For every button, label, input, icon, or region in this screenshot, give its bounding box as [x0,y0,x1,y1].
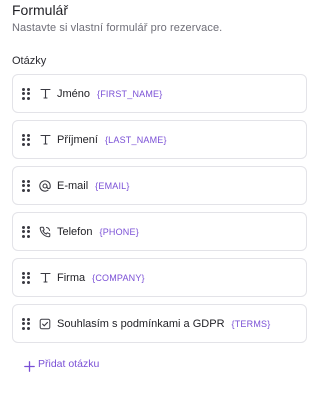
question-token: {EMAIL} [95,180,130,191]
question-token: {COMPANY} [92,272,145,283]
phone-icon [39,226,51,238]
question-row[interactable]: Souhlasím s podmínkami a GDPR {TERMS} [12,304,307,343]
question-label: Telefon [57,225,93,238]
drag-handle-icon[interactable] [22,87,30,100]
add-question-button[interactable]: Přidat otázku [24,358,100,372]
question-label: Jméno [57,87,91,100]
at-icon [39,179,51,192]
drag-handle-icon[interactable] [22,225,30,238]
question-row[interactable]: Firma {COMPANY} [12,258,307,297]
plus-icon [24,359,35,372]
checkbox-icon [39,318,51,330]
question-row[interactable]: E-mail {EMAIL} [12,166,307,205]
question-label: E-mail [57,179,89,192]
text-icon [39,88,51,100]
question-row[interactable]: Příjmení {LAST_NAME} [12,120,307,159]
question-label: Firma [57,271,86,284]
questions-section-label: Otázky [12,55,47,67]
question-token: {FIRST_NAME} [97,88,163,99]
text-icon [39,272,51,284]
drag-handle-icon[interactable] [22,133,30,146]
question-row[interactable]: Jméno {FIRST_NAME} [12,74,307,113]
question-token: {TERMS} [231,318,271,329]
page-title: Formulář [12,2,69,18]
drag-handle-icon[interactable] [22,271,30,284]
question-token: {PHONE} [99,226,139,237]
text-icon [39,134,51,146]
question-label: Souhlasím s podmínkami a GDPR [57,317,225,330]
question-token: {LAST_NAME} [104,134,167,145]
question-label: Příjmení [57,133,98,146]
question-row[interactable]: Telefon {PHONE} [12,212,307,251]
page-subtitle: Nastavte si vlastní formulář pro rezerva… [12,22,223,34]
form-settings-page: Formulář Nastavte si vlastní formulář pr… [0,0,320,403]
drag-handle-icon[interactable] [22,179,30,192]
add-question-label: Přidat otázku [38,358,100,370]
drag-handle-icon[interactable] [22,317,30,330]
